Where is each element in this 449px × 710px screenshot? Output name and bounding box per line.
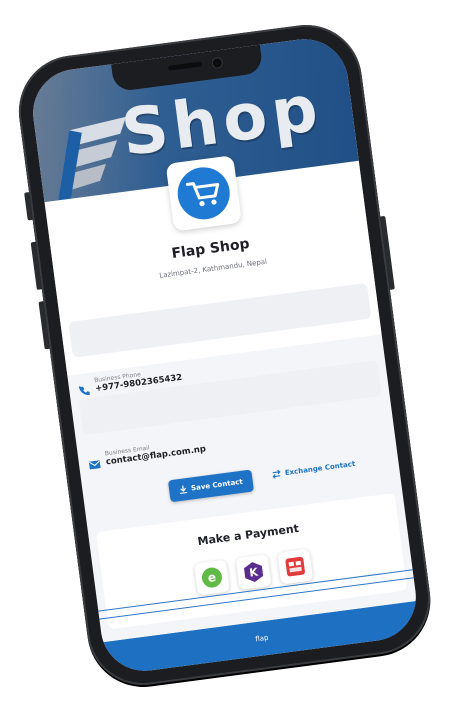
shopping-cart-icon (174, 164, 233, 223)
info-panel-2 (78, 360, 382, 436)
esewa-icon[interactable]: e (193, 559, 230, 596)
speaker (167, 61, 202, 71)
svg-text:e: e (206, 570, 216, 585)
mail-icon (88, 460, 101, 470)
save-contact-button[interactable]: Save Contact (167, 469, 255, 503)
front-camera (210, 56, 223, 70)
phone-mockup: Shop Flap Shop Lazimpat-2, Kathmandu, Ne… (12, 18, 437, 692)
exchange-icon (272, 469, 281, 479)
exchange-contact-label: Exchange Contact (284, 459, 356, 478)
footer-text: flap (254, 633, 269, 644)
save-contact-label: Save Contact (190, 477, 244, 493)
email-row[interactable]: Business Email contact@flap.com.np (88, 437, 207, 470)
download-icon (180, 485, 188, 495)
exchange-contact-link[interactable]: Exchange Contact (272, 460, 356, 479)
shop-logo (165, 155, 242, 232)
connect-ips-icon[interactable] (276, 548, 313, 585)
khalti-icon[interactable]: K (235, 554, 272, 591)
phone-icon (78, 386, 90, 396)
